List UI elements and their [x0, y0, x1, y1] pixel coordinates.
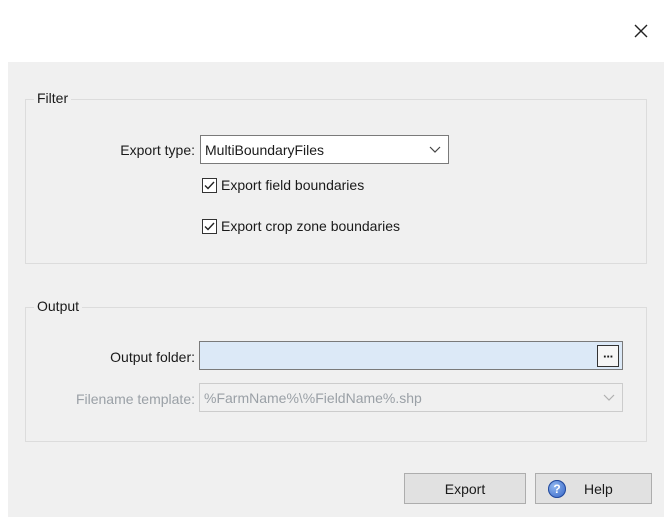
ellipsis-icon: ··· — [603, 348, 614, 364]
checkmark-icon — [204, 181, 215, 190]
output-group-title: Output — [34, 298, 83, 314]
filename-template-dropdown[interactable]: %FarmName%\%FieldName%.shp — [199, 383, 623, 412]
export-crop-zone-boundaries-checkbox[interactable]: Export crop zone boundaries — [202, 218, 400, 234]
filename-template-value: %FarmName%\%FieldName%.shp — [204, 389, 422, 406]
filter-group-title: Filter — [34, 90, 72, 106]
help-icon: ? — [548, 479, 566, 498]
export-crop-zone-boundaries-label: Export crop zone boundaries — [221, 218, 400, 234]
help-button[interactable]: ? Help — [535, 473, 652, 504]
checkbox-box — [202, 177, 217, 193]
export-type-label: Export type: — [120, 142, 195, 158]
checkmark-icon — [204, 222, 215, 231]
chevron-down-icon — [596, 394, 622, 402]
output-folder-input[interactable] — [199, 341, 623, 370]
close-button[interactable] — [624, 16, 658, 46]
browse-folder-button[interactable]: ··· — [597, 345, 619, 367]
title-bar — [0, 0, 664, 62]
help-button-label: Help — [584, 480, 613, 497]
output-group: Output — [25, 298, 647, 442]
export-field-boundaries-label: Export field boundaries — [221, 177, 365, 193]
export-button[interactable]: Export — [404, 473, 526, 504]
export-button-label: Export — [444, 480, 486, 497]
export-type-value: MultiBoundaryFiles — [205, 141, 325, 158]
dialog-body: Filter Export type: MultiBoundaryFiles E… — [8, 62, 664, 517]
export-type-dropdown[interactable]: MultiBoundaryFiles — [200, 135, 449, 164]
export-field-boundaries-checkbox[interactable]: Export field boundaries — [202, 177, 364, 193]
chevron-down-icon — [422, 146, 448, 154]
output-folder-label: Output folder: — [110, 349, 195, 365]
filename-template-label: Filename template: — [75, 391, 195, 407]
close-icon — [634, 24, 648, 38]
checkbox-box — [202, 218, 217, 234]
